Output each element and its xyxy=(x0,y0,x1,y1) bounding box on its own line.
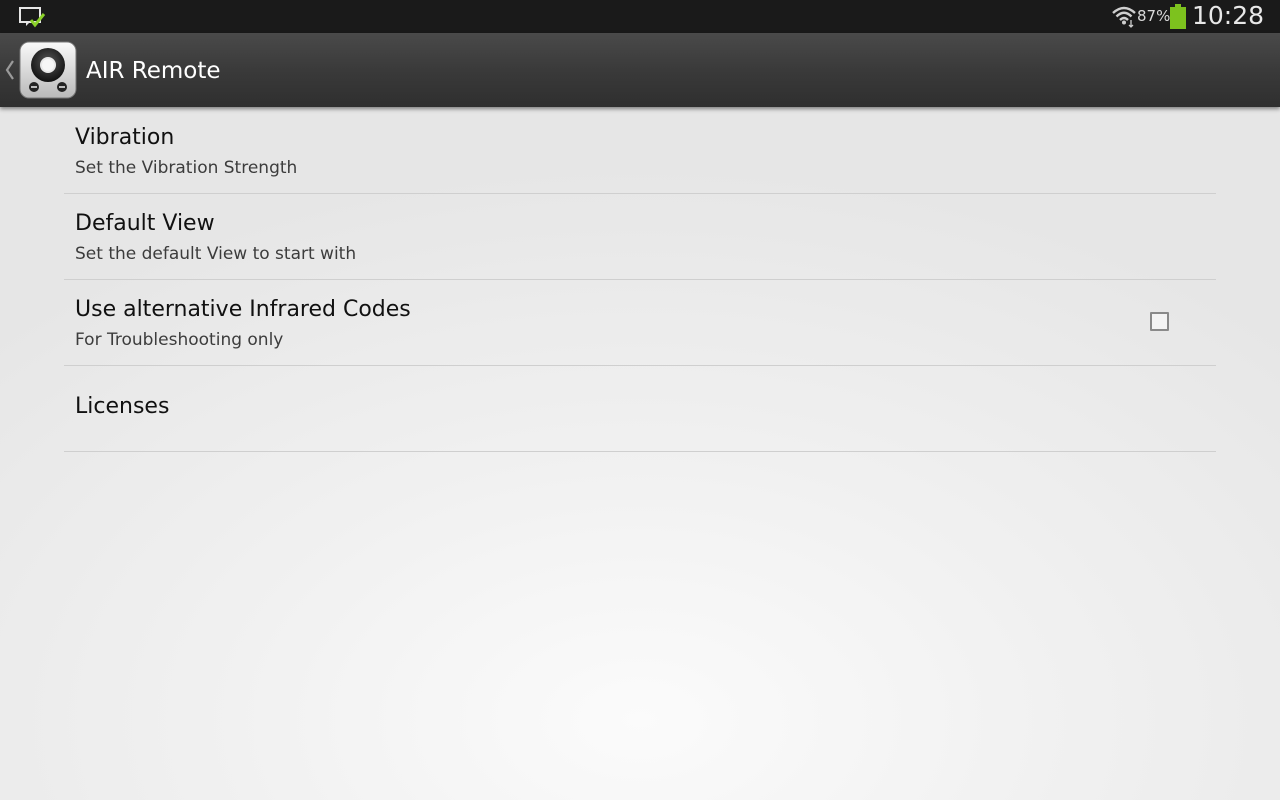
up-navigation-button[interactable]: AIR Remote xyxy=(0,33,221,107)
chevron-left-icon xyxy=(5,60,14,80)
status-clock: 10:28 xyxy=(1192,1,1265,30)
pref-alternative-ir-codes[interactable]: Use alternative Infrared Codes For Troub… xyxy=(64,280,1216,366)
wifi-icon xyxy=(1112,6,1136,28)
pref-title: Licenses xyxy=(75,394,170,419)
battery-percent: 87% xyxy=(1137,7,1171,25)
app-title: AIR Remote xyxy=(86,58,221,84)
screenshot-notification-icon[interactable] xyxy=(18,5,46,29)
action-bar: AIR Remote xyxy=(0,33,1280,107)
alternative-ir-codes-checkbox[interactable] xyxy=(1150,312,1169,331)
pref-title: Vibration xyxy=(75,125,175,150)
pref-summary: For Troubleshooting only xyxy=(75,330,284,350)
pref-summary: Set the Vibration Strength xyxy=(75,158,298,178)
remote-app-icon xyxy=(19,41,77,99)
pref-default-view[interactable]: Default View Set the default View to sta… xyxy=(64,194,1216,280)
pref-title: Use alternative Infrared Codes xyxy=(75,297,411,322)
pref-summary: Set the default View to start with xyxy=(75,244,357,264)
pref-vibration[interactable]: Vibration Set the Vibration Strength xyxy=(64,108,1216,194)
preference-list: Vibration Set the Vibration Strength Def… xyxy=(64,108,1216,452)
pref-licenses[interactable]: Licenses xyxy=(64,366,1216,452)
status-bar: 87% 10:28 xyxy=(0,0,1280,33)
pref-title: Default View xyxy=(75,211,215,236)
battery-icon xyxy=(1170,4,1186,29)
